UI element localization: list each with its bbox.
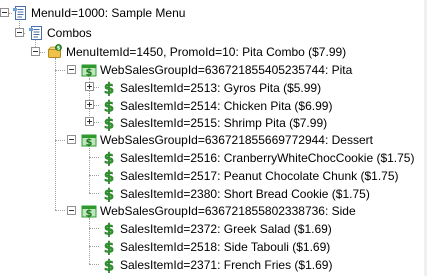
collapse-toggle-group-dessert[interactable] [67,135,76,144]
sales-group-dollar-icon [81,203,97,219]
sales-item-label: SalesItemId=2372: Greek Salad ($1.69) [120,221,332,236]
sales-item-dollar-icon [101,168,117,184]
tree-node-menu[interactable]: MenuId=1000: Sample Menu [12,3,185,22]
tree-node-sales-item[interactable]: SalesItemId=2513: Gyros Pita ($5.99) [101,78,321,97]
sales-item-label: SalesItemId=2371: French Fries ($1.69) [120,257,333,272]
sales-item-dollar-icon [101,80,117,96]
tree-node-combos[interactable]: Combos [28,23,92,42]
combos-node-label: Combos [47,25,92,40]
tree-node-sales-item[interactable]: SalesItemId=2371: French Fries ($1.69) [101,255,332,274]
expand-toggle-item[interactable] [85,100,94,109]
tree-node-sales-item[interactable]: SalesItemId=2372: Greek Salad ($1.69) [101,219,332,238]
sales-group-dollar-icon [81,132,97,148]
expand-toggle-item[interactable] [85,117,94,126]
combos-document-icon [28,25,44,41]
sales-item-dollar-icon [101,257,117,273]
sales-group-dollar-icon [81,62,97,78]
sales-item-label: SalesItemId=2515: Shrimp Pita ($7.99) [120,115,328,130]
sales-group-label: WebSalesGroupId=636721855802338736: Side [100,203,356,218]
collapse-toggle-combos[interactable] [15,28,24,37]
tree-node-sales-item[interactable]: SalesItemId=2516: CranberryWhiteChocCook… [101,148,414,167]
tree-node-sales-group[interactable]: WebSalesGroupId=636721855802338736: Side [81,201,356,220]
sales-item-label: SalesItemId=2516: CranberryWhiteChocCook… [120,150,415,165]
collapse-toggle-group-side[interactable] [67,206,76,215]
sales-item-label: SalesItemId=2513: Gyros Pita ($5.99) [120,80,322,95]
sales-item-dollar-icon [101,221,117,237]
menu-item-node-label: MenuItemId=1450, PromoId=10: Pita Combo … [66,44,347,59]
sales-group-label: WebSalesGroupId=636721855405235744: Pita [100,62,353,77]
menu-document-icon [12,5,28,21]
tree-node-sales-group[interactable]: WebSalesGroupId=636721855405235744: Pita [81,60,352,79]
sales-item-label: SalesItemId=2380: Short Bread Cookie ($1… [120,186,370,201]
sales-item-dollar-icon [101,239,117,255]
combo-folder-icon [47,44,63,60]
collapse-toggle-group-pita[interactable] [67,65,76,74]
sales-group-label: WebSalesGroupId=636721855669772944: Dess… [100,132,373,147]
collapse-toggle-menu-item[interactable] [31,47,40,56]
tree-node-sales-item[interactable]: SalesItemId=2517: Peanut Chocolate Chunk… [101,166,399,185]
sales-item-dollar-icon [101,150,117,166]
sales-item-dollar-icon [101,98,117,114]
tree-node-menu-item[interactable]: MenuItemId=1450, PromoId=10: Pita Combo … [47,42,346,61]
tree-node-sales-group[interactable]: WebSalesGroupId=636721855669772944: Dess… [81,130,373,149]
sales-item-dollar-icon [101,115,117,131]
sales-item-label: SalesItemId=2518: Side Tabouli ($1.69) [120,239,331,254]
collapse-toggle-root[interactable] [0,8,9,17]
sales-item-label: SalesItemId=2517: Peanut Chocolate Chunk… [120,168,399,183]
sales-item-label: SalesItemId=2514: Chicken Pita ($6.99) [120,98,333,113]
menu-node-label: MenuId=1000: Sample Menu [31,5,186,20]
tree-node-sales-item[interactable]: SalesItemId=2518: Side Tabouli ($1.69) [101,237,330,256]
sales-item-dollar-icon [101,186,117,202]
expand-toggle-item[interactable] [85,82,94,91]
menu-tree-view[interactable]: MenuId=1000: Sample Menu Combos MenuItem… [0,0,427,276]
